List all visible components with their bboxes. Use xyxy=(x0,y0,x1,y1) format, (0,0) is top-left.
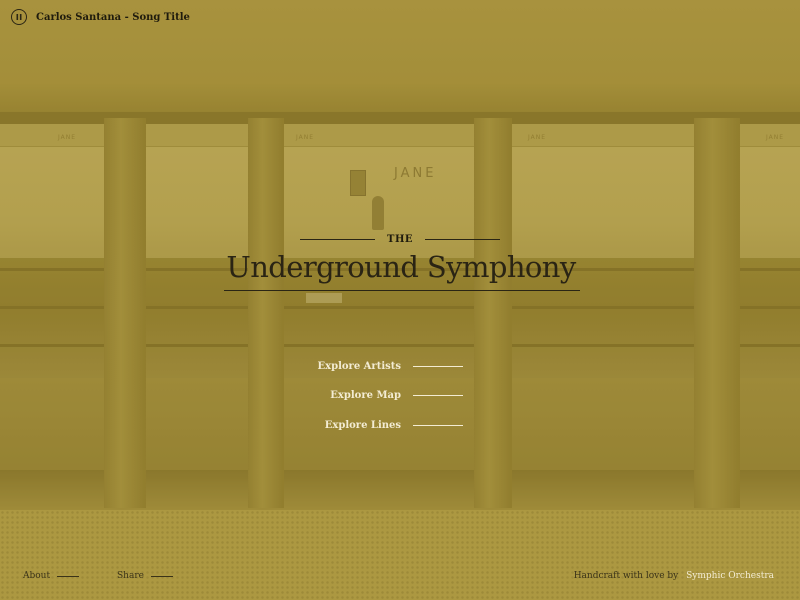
share-label: Share xyxy=(117,571,144,581)
about-link[interactable]: About xyxy=(23,571,80,581)
pause-button[interactable] xyxy=(11,9,27,25)
about-label: About xyxy=(23,571,51,581)
divider xyxy=(300,238,375,240)
explore-map-link[interactable]: Explore Map xyxy=(300,387,463,403)
credit-text: Handcraft with love by xyxy=(573,571,679,581)
hero-kicker: THE xyxy=(387,233,414,245)
menu-item-line xyxy=(413,394,463,396)
menu-item-label: Explore Artists xyxy=(317,360,401,372)
hero-kicker-row: THE xyxy=(300,231,501,247)
explore-lines-link[interactable]: Explore Lines xyxy=(300,417,463,433)
credit-link[interactable]: Symphic Orchestra xyxy=(686,571,774,581)
menu-item-label: Explore Lines xyxy=(324,419,401,431)
explore-artists-link[interactable]: Explore Artists xyxy=(300,358,463,374)
audio-player: Carlos Santana - Song Title xyxy=(11,9,190,25)
color-overlay xyxy=(0,0,800,600)
credit-line: Handcraft with love by Symphic Orchestra xyxy=(574,571,774,581)
menu-item-line xyxy=(413,365,463,367)
divider xyxy=(425,238,501,240)
background-scene: JANE JANE JANE JANE JANE xyxy=(0,0,800,600)
title-underline xyxy=(224,290,580,291)
page-title: Underground Symphony xyxy=(226,250,576,284)
menu-item-line xyxy=(413,424,463,426)
share-link[interactable]: Share xyxy=(117,571,173,581)
menu-item-label: Explore Map xyxy=(330,389,401,401)
now-playing-title: Carlos Santana - Song Title xyxy=(36,11,190,23)
footer-line xyxy=(150,575,173,577)
footer-line xyxy=(57,575,80,577)
pause-icon xyxy=(16,14,22,20)
